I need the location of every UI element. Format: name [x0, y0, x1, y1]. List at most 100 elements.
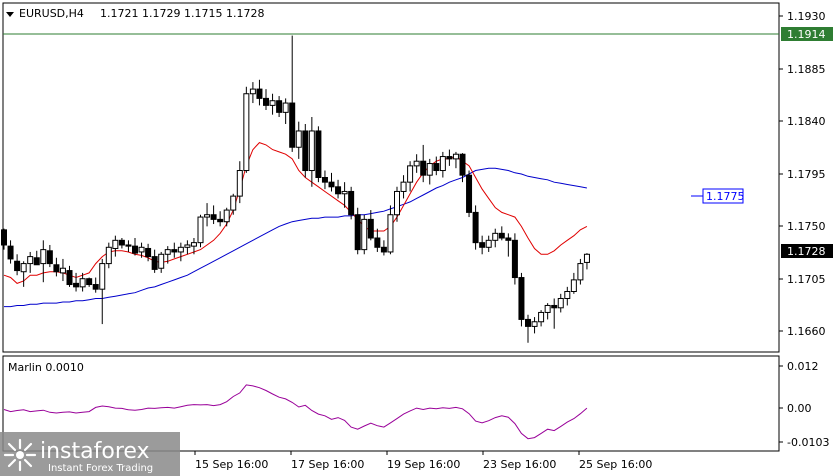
candle-body-bear	[210, 214, 217, 220]
candle-body-bull	[59, 267, 66, 274]
candle-body-bull	[413, 160, 420, 167]
logo-tagline: Instant Forex Trading	[48, 463, 153, 474]
candle-body-bear	[132, 245, 138, 254]
candle	[361, 214, 368, 255]
candle-body-bear	[256, 88, 263, 99]
candle-body-bull	[577, 263, 584, 281]
candle-body-bear	[263, 97, 269, 106]
chart-root: EURUSD,H4 1.1721 1.1729 1.1715 1.1728 Ma…	[0, 0, 838, 476]
candle-body-bull	[223, 209, 230, 223]
candle-body-bull	[204, 214, 211, 218]
candle-body-bull	[236, 170, 243, 197]
candle-body-bear	[145, 247, 152, 258]
candle-body-bear	[46, 250, 53, 265]
price-tick: 1.1930	[787, 10, 826, 23]
candle-body-bull	[164, 249, 171, 255]
candle	[302, 123, 309, 178]
candle-body-bull	[426, 163, 433, 176]
candle-body-bear	[66, 270, 73, 286]
price-tick: 1.1840	[787, 115, 826, 128]
price-tick: 1.1750	[787, 220, 826, 233]
symbol-label: EURUSD,H4	[19, 7, 84, 20]
candle-body-bull	[282, 102, 289, 113]
candle-body-bull	[79, 278, 86, 288]
candle-body-bull	[158, 253, 165, 269]
candle-body-bull	[308, 130, 315, 172]
candle	[348, 186, 355, 220]
candle-body-bear	[118, 239, 125, 246]
candle	[315, 126, 322, 183]
candle-body-bear	[466, 174, 473, 213]
candle-body-bull	[177, 246, 184, 253]
level-value: 1.1914	[787, 28, 826, 41]
candle-body-bull	[439, 156, 446, 172]
candle-body-bear	[86, 278, 93, 286]
candle-body-bull	[295, 130, 302, 148]
candle-body-bear	[217, 218, 224, 223]
candle-body-bull	[361, 218, 368, 251]
candle-body-bull	[230, 195, 237, 211]
candle-body-bear	[518, 277, 525, 320]
candle-body-bear	[551, 304, 558, 309]
candle-body-bull	[184, 244, 191, 248]
time-tick: 17 Sep 16:00	[291, 458, 364, 471]
ohlc-readout: 1.1721 1.1729 1.1715 1.1728	[100, 7, 264, 20]
candle	[511, 233, 518, 285]
candle	[518, 272, 525, 327]
candle-body-bear	[53, 264, 60, 273]
candle-body-bear	[348, 190, 355, 216]
candle-body-bear	[276, 100, 283, 113]
candle-body-bear	[302, 130, 309, 172]
candle-body-bear	[433, 163, 440, 172]
candle-body-bear	[374, 237, 381, 248]
candle-body-bull	[492, 232, 499, 241]
candle-body-bull	[243, 93, 250, 172]
candle-body-bear	[171, 249, 178, 253]
candle	[243, 86, 250, 173]
candle-body-bull	[387, 214, 394, 253]
candle-body-bear	[511, 239, 518, 279]
time-tick: 15 Sep 16:00	[195, 458, 268, 471]
candle-body-bull	[341, 190, 348, 195]
candle-body-bear	[446, 156, 453, 160]
candle-body-bull	[105, 246, 112, 265]
candle-body-bull	[27, 256, 34, 265]
candle-body-bull	[269, 100, 276, 106]
candle-body-bear	[367, 218, 374, 239]
candle-body-bull	[583, 253, 590, 263]
time-tick: 23 Sep 16:00	[483, 458, 556, 471]
chart-background	[0, 0, 838, 476]
candle-body-bear	[73, 282, 80, 288]
candle-body-bear	[1, 229, 7, 246]
candle-body-bull	[400, 181, 407, 192]
price-tick: 1.1660	[787, 325, 826, 338]
candle-body-bull	[452, 153, 459, 160]
candle-body-bear	[33, 257, 40, 266]
candle-body-bear	[289, 102, 296, 148]
candle	[472, 205, 479, 250]
osc-tick: 0.012	[787, 360, 819, 373]
logo-brand: instaforex	[40, 439, 150, 464]
candle-body-bear	[125, 244, 132, 247]
candle-body-bear	[498, 232, 505, 239]
candle-body-bear	[92, 284, 99, 290]
candle-body-bull	[544, 304, 551, 313]
candle-body-bull	[197, 216, 204, 244]
candle-body-bull	[485, 239, 492, 248]
time-tick: 19 Sep 16:00	[387, 458, 460, 471]
candle-body-bear	[505, 237, 512, 241]
candle-body-bear	[321, 177, 328, 183]
candle-body-bear	[380, 246, 387, 253]
candle-body-bear	[479, 242, 486, 248]
candle-body-bear	[151, 256, 158, 270]
candle-body-bull	[112, 239, 119, 249]
logo-sunburst-icon	[3, 438, 37, 472]
candle-body-bear	[335, 186, 342, 195]
marlin-label: Marlin 0.0010	[8, 361, 84, 374]
candle-body-bear	[420, 160, 427, 176]
price-tick: 1.1795	[787, 168, 826, 181]
candle-body-bear	[525, 318, 531, 327]
ma-value: 1.1775	[706, 190, 745, 203]
candle-body-bull	[99, 263, 106, 290]
candle	[197, 214, 204, 248]
